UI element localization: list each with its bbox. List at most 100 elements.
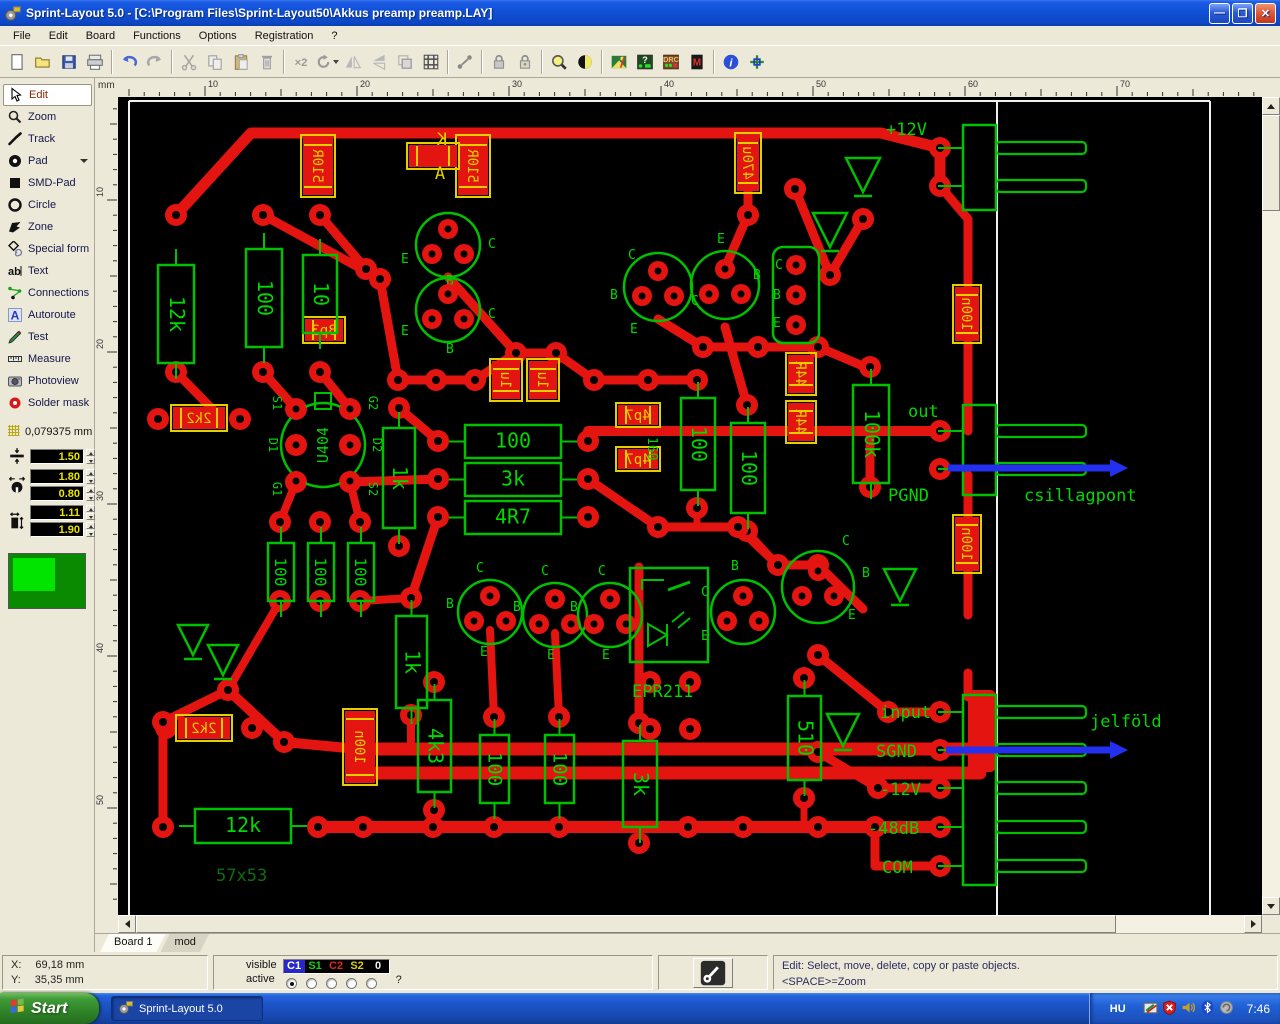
- tray-tablet-icon[interactable]: [1143, 1000, 1158, 1018]
- taskbar-task-button[interactable]: Sprint-Layout 5.0: [111, 996, 263, 1021]
- pad-size-value-1[interactable]: 0.80: [30, 486, 84, 501]
- menu-options[interactable]: Options: [190, 28, 246, 44]
- layer-chip-c1[interactable]: C1: [283, 960, 305, 973]
- toolbar-align-button[interactable]: [392, 49, 418, 75]
- spinner[interactable]: [86, 469, 95, 484]
- language-indicator[interactable]: HU: [1102, 1001, 1134, 1017]
- toolbar-save-button[interactable]: [56, 49, 82, 75]
- menu-board[interactable]: Board: [77, 28, 124, 44]
- toolbar-cut-button[interactable]: [176, 49, 202, 75]
- paste-icon: [234, 53, 248, 70]
- sidebar-item-test[interactable]: Test: [0, 326, 94, 348]
- spinner[interactable]: [86, 486, 95, 501]
- close-button[interactable]: ✕: [1255, 2, 1276, 24]
- toolbar-macro-button[interactable]: M: [684, 49, 710, 75]
- toolbar-photo-mode-button[interactable]: [572, 49, 598, 75]
- sidebar-item-track[interactable]: Track: [0, 128, 94, 150]
- toolbar-info-button[interactable]: i: [718, 49, 744, 75]
- toolbar-new-button[interactable]: [4, 49, 30, 75]
- sidebar-item-circle[interactable]: Circle: [0, 194, 94, 216]
- active-layer-radio-s1[interactable]: [305, 978, 317, 989]
- toolbar-open-button[interactable]: [30, 49, 56, 75]
- toolbar-lock-all-button[interactable]: [512, 49, 538, 75]
- layer-chip-c2[interactable]: C2: [325, 960, 347, 973]
- toolbar-undo-button[interactable]: [116, 49, 142, 75]
- toolbar-paste-button[interactable]: [228, 49, 254, 75]
- spinner[interactable]: [86, 522, 95, 537]
- sidebar-item-zoom[interactable]: Zoom: [0, 106, 94, 128]
- start-button[interactable]: Start: [0, 993, 99, 1024]
- menu-registration[interactable]: Registration: [246, 28, 323, 44]
- grid-setting[interactable]: 0,079375 mm: [0, 414, 94, 445]
- sidebar-item-special-form[interactable]: Special form: [0, 238, 94, 260]
- active-layer-radio-c2[interactable]: [325, 978, 337, 989]
- sidebar-item-autoroute[interactable]: A Autoroute: [0, 304, 94, 326]
- smd-size-value-1[interactable]: 1.90: [30, 522, 84, 537]
- sidebar-item-connections[interactable]: Connections: [0, 282, 94, 304]
- sidebar-item-edit[interactable]: Edit: [3, 84, 92, 106]
- layer-chip-s1[interactable]: S1: [304, 960, 326, 973]
- layer-color-preview[interactable]: [8, 553, 86, 609]
- tray-bluetooth-icon[interactable]: [1200, 1000, 1215, 1018]
- tray-update-icon[interactable]: [1219, 1000, 1234, 1018]
- layer-chip-0[interactable]: 0: [367, 960, 389, 973]
- sidebar-item-photoview[interactable]: Photoview: [0, 370, 94, 392]
- track-width-value-0[interactable]: 1.50: [30, 448, 84, 464]
- scroll-down-button[interactable]: [1262, 897, 1280, 915]
- horizontal-scroll-thumb[interactable]: [136, 915, 1116, 933]
- toolbar-connections-test-button[interactable]: [452, 49, 478, 75]
- sidebar-item-measure[interactable]: Measure: [0, 348, 94, 370]
- sidebar-item-text[interactable]: ab Text: [0, 260, 94, 282]
- toolbar-print-button[interactable]: [82, 49, 108, 75]
- menu-functions[interactable]: Functions: [124, 28, 190, 44]
- current-tool-icon[interactable]: [693, 957, 733, 988]
- vertical-scroll-thumb[interactable]: [1262, 115, 1280, 211]
- vertical-scrollbar[interactable]: [1262, 97, 1280, 915]
- toolbar-redo-button[interactable]: [142, 49, 168, 75]
- menu-file[interactable]: File: [4, 28, 40, 44]
- toolbar-snap-grid-button[interactable]: [744, 49, 770, 75]
- toolbar-component-check-button[interactable]: ?: [632, 49, 658, 75]
- title-bar: Sprint-Layout 5.0 - [C:\Program Files\Sp…: [0, 0, 1280, 26]
- maximize-button[interactable]: ❐: [1232, 2, 1253, 24]
- active-layer-radio-c1[interactable]: [285, 978, 297, 989]
- chevron-down-icon[interactable]: [80, 159, 88, 163]
- layer-help-mark[interactable]: ?: [390, 974, 404, 988]
- sidebar-item-pad[interactable]: Pad: [0, 150, 94, 172]
- minimize-button[interactable]: —: [1209, 2, 1230, 24]
- sidebar-item-smd-pad[interactable]: SMD-Pad: [0, 172, 94, 194]
- tab-board-1[interactable]: Board 1: [100, 934, 167, 952]
- spinner[interactable]: [86, 505, 95, 520]
- toolbar-lock-pads-button[interactable]: [486, 49, 512, 75]
- tray-volume-icon[interactable]: [1181, 1000, 1196, 1018]
- sidebar-item-zone[interactable]: Zone: [0, 216, 94, 238]
- layer-chip-s2[interactable]: S2: [346, 960, 368, 973]
- toolbar-rotate-button[interactable]: [314, 49, 340, 75]
- active-layer-radio-s2[interactable]: [345, 978, 357, 989]
- sidebar-item-solder-mask[interactable]: Solder mask: [0, 392, 94, 414]
- scroll-up-button[interactable]: [1262, 97, 1280, 115]
- tray-shield-icon[interactable]: [1162, 1000, 1177, 1018]
- layer-visibility-strip[interactable]: C1 S1 C2 S2 0: [282, 959, 390, 974]
- pad-size-value-0[interactable]: 1.80: [30, 469, 84, 484]
- toolbar-flip-h-button[interactable]: [340, 49, 366, 75]
- toolbar-raster-button[interactable]: [418, 49, 444, 75]
- toolbar-photo-test-button[interactable]: [606, 49, 632, 75]
- toolbar-delete-button[interactable]: [254, 49, 280, 75]
- toolbar-drc-button[interactable]: DRC: [658, 49, 684, 75]
- toolbar-flip-v-button[interactable]: [366, 49, 392, 75]
- tab-mod[interactable]: mod: [161, 934, 210, 952]
- toolbar-x2-button[interactable]: ×2: [288, 49, 314, 75]
- menu-edit[interactable]: Edit: [40, 28, 77, 44]
- spinner[interactable]: [86, 448, 95, 464]
- menu-?[interactable]: ?: [322, 28, 346, 44]
- svg-text:3k: 3k: [629, 772, 653, 796]
- toolbar-copy-button[interactable]: [202, 49, 228, 75]
- scroll-left-button[interactable]: [118, 915, 136, 933]
- active-layer-radio-0[interactable]: [365, 978, 377, 989]
- smd-size-value-0[interactable]: 1.11: [30, 505, 84, 520]
- toolbar-zoom-loupe-button[interactable]: [546, 49, 572, 75]
- scroll-right-button[interactable]: [1244, 915, 1262, 933]
- horizontal-scrollbar[interactable]: [118, 915, 1262, 933]
- pcb-canvas[interactable]: 510R 510R 470u 3p3 2k2 2k2 100n 100n 100n 44R 44R 4…: [118, 97, 1262, 915]
